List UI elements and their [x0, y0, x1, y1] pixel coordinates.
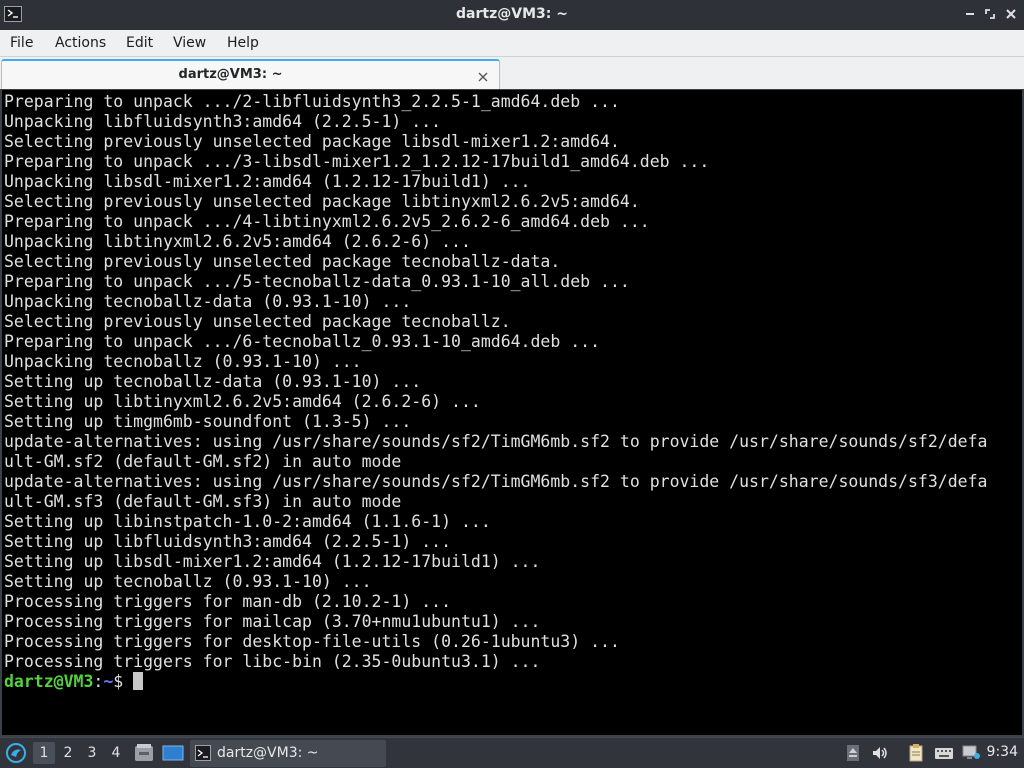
- terminal-line: ult-GM.sf3 (default-GM.sf3) in auto mode: [4, 492, 402, 511]
- terminal-line: Setting up timgm6mb-soundfont (1.3-5) ..…: [4, 412, 412, 431]
- terminal-line: Unpacking libtinyxml2.6.2v5:amd64 (2.6.2…: [4, 232, 471, 251]
- terminal-line: Unpacking tecnoballz (0.93.1-10) ...: [4, 352, 362, 371]
- prompt-path: ~: [103, 672, 114, 691]
- terminal-line: Processing triggers for libc-bin (2.35-0…: [4, 652, 541, 671]
- text-cursor: [133, 672, 144, 690]
- workspace-3[interactable]: 3: [81, 742, 103, 764]
- terminal-line: Unpacking libfluidsynth3:amd64 (2.2.5-1)…: [4, 112, 442, 131]
- taskbar: 1 2 3 4 dartz@VM3: ~ 9:34: [0, 737, 1024, 768]
- terminal-line: Setting up libtinyxml2.6.2v5:amd64 (2.6.…: [4, 392, 481, 411]
- menu-edit[interactable]: Edit: [126, 35, 153, 51]
- terminal-line: Processing triggers for mailcap (3.70+nm…: [4, 612, 541, 631]
- terminal-view[interactable]: Preparing to unpack .../2-libfluidsynth3…: [0, 89, 1024, 737]
- terminal-line: Preparing to unpack .../5-tecnoballz-dat…: [4, 272, 630, 291]
- tab-terminal[interactable]: dartz@VM3: ~: [1, 59, 500, 89]
- tab-bar: dartz@VM3: ~: [0, 57, 1024, 89]
- tab-close-icon[interactable]: [477, 68, 489, 82]
- maximize-icon[interactable]: [983, 7, 997, 21]
- terminal-line: Processing triggers for man-db (2.10.2-1…: [4, 592, 452, 611]
- menu-bar: File Actions Edit View Help: [0, 30, 1024, 57]
- terminal-line: Selecting previously unselected package …: [4, 312, 511, 331]
- minimize-icon[interactable]: [963, 7, 977, 21]
- tab-label: dartz@VM3: ~: [178, 67, 283, 82]
- network-icon[interactable]: [961, 743, 981, 763]
- menu-view[interactable]: View: [173, 35, 206, 51]
- taskbar-task-terminal[interactable]: dartz@VM3: ~: [190, 740, 386, 767]
- terminal-line: Unpacking libsdl-mixer1.2:amd64 (1.2.12-…: [4, 172, 531, 191]
- prompt-separator: :: [93, 672, 104, 691]
- shell-prompt[interactable]: dartz@VM3:~$: [4, 672, 1004, 692]
- lxqt-logo-icon[interactable]: [5, 742, 27, 764]
- clipboard-icon[interactable]: [906, 743, 926, 763]
- terminal-line: Processing triggers for desktop-file-uti…: [4, 632, 620, 651]
- terminal-line: Setting up tecnoballz-data (0.93.1-10) .…: [4, 372, 422, 391]
- menu-help[interactable]: Help: [227, 35, 259, 51]
- terminal-line: Selecting previously unselected package …: [4, 132, 620, 151]
- terminal-line: update-alternatives: using /usr/share/so…: [4, 432, 988, 451]
- show-desktop-icon[interactable]: [162, 743, 184, 763]
- task-label: dartz@VM3: ~: [217, 745, 319, 761]
- terminal-line: Selecting previously unselected package …: [4, 192, 640, 211]
- terminal-line: Setting up tecnoballz (0.93.1-10) ...: [4, 572, 372, 591]
- terminal-line: Setting up libinstpatch-1.0-2:amd64 (1.1…: [4, 512, 491, 531]
- close-icon[interactable]: [1004, 7, 1018, 21]
- title-bar: dartz@VM3: ~: [0, 0, 1024, 30]
- terminal-line: Preparing to unpack .../4-libtinyxml2.6.…: [4, 212, 650, 231]
- volume-icon[interactable]: [870, 743, 890, 763]
- file-manager-icon[interactable]: [133, 743, 155, 763]
- menu-actions[interactable]: Actions: [55, 35, 106, 51]
- terminal-line: Preparing to unpack .../3-libsdl-mixer1.…: [4, 152, 710, 171]
- menu-file[interactable]: File: [10, 35, 33, 51]
- terminal-line: Selecting previously unselected package …: [4, 252, 561, 271]
- workspace-4[interactable]: 4: [105, 742, 127, 764]
- terminal-line: Preparing to unpack .../6-tecnoballz_0.9…: [4, 332, 601, 351]
- terminal-line: Preparing to unpack .../2-libfluidsynth3…: [4, 92, 620, 111]
- workspace-2[interactable]: 2: [57, 742, 79, 764]
- terminal-output: Preparing to unpack .../2-libfluidsynth3…: [4, 92, 1004, 692]
- prompt-user-host: dartz@VM3: [4, 672, 94, 691]
- terminal-line: Setting up libsdl-mixer1.2:amd64 (1.2.12…: [4, 552, 541, 571]
- terminal-line: Unpacking tecnoballz-data (0.93.1-10) ..…: [4, 292, 412, 311]
- keyboard-icon[interactable]: [934, 743, 954, 763]
- clock[interactable]: 9:34: [987, 744, 1018, 760]
- terminal-line: ult-GM.sf2 (default-GM.sf2) in auto mode: [4, 452, 402, 471]
- prompt-symbol: $: [113, 672, 124, 691]
- eject-icon[interactable]: [843, 743, 863, 763]
- workspace-1[interactable]: 1: [33, 742, 55, 764]
- terminal-line: Setting up libfluidsynth3:amd64 (2.2.5-1…: [4, 532, 452, 551]
- terminal-line: update-alternatives: using /usr/share/so…: [4, 472, 988, 491]
- terminal-icon: [195, 745, 211, 761]
- terminal-scrollbar[interactable]: [1010, 92, 1020, 732]
- window-title: dartz@VM3: ~: [456, 6, 568, 22]
